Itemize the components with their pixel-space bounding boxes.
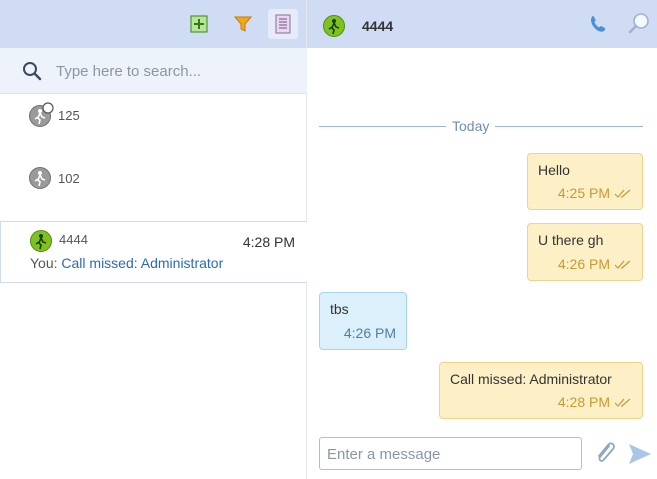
status-offline-icon (29, 102, 54, 127)
search-input[interactable] (56, 58, 296, 84)
contact-name: 4444 (59, 232, 88, 247)
filter-button[interactable] (228, 9, 258, 39)
contact-item[interactable]: 125 (0, 100, 307, 140)
status-offline-icon (29, 167, 51, 189)
read-checkmarks-icon (614, 398, 631, 408)
add-chat-button[interactable] (184, 9, 214, 39)
chat-panel: 4444 Today Hello 4:25 PM U there gh 4:26… (307, 0, 657, 479)
incoming-message: tbs 4:26 PM (319, 292, 407, 350)
search-icon[interactable] (627, 11, 651, 35)
message-text: Call missed: Administrator (450, 371, 612, 387)
message-time: 4:26 PM (343, 325, 396, 341)
contacts-toolbar (0, 0, 306, 48)
search-icon (23, 62, 42, 81)
date-divider-label: Today (446, 118, 496, 134)
outgoing-message: U there gh 4:26 PM (527, 223, 643, 281)
chat-title: 4444 (362, 18, 394, 34)
message-input[interactable] (327, 444, 577, 464)
contact-name: 102 (58, 171, 80, 186)
outgoing-message: Call missed: Administrator 4:28 PM (439, 362, 643, 419)
preview-text: Call missed: Administrator (61, 255, 224, 271)
chat-header: 4444 (307, 0, 657, 48)
search-bar (0, 48, 307, 94)
message-time: 4:25 PM (558, 185, 632, 201)
message-time: 4:26 PM (558, 256, 632, 272)
outgoing-message: Hello 4:25 PM (527, 153, 643, 210)
phone-icon[interactable] (589, 14, 609, 34)
contact-item[interactable]: 102 (0, 160, 307, 200)
paperclip-icon[interactable] (594, 440, 616, 466)
message-text: tbs (330, 301, 349, 317)
read-checkmarks-icon (614, 260, 631, 270)
message-text: Hello (538, 162, 570, 178)
message-text: U there gh (538, 232, 604, 248)
contacts-panel: 125 102 4444 4:28 PM You: Call missed: A… (0, 0, 307, 479)
last-message-preview: You: Call missed: Administrator (30, 255, 223, 271)
add-icon (190, 15, 208, 33)
read-checkmarks-icon (614, 189, 631, 199)
contact-name: 125 (58, 108, 80, 123)
send-icon[interactable] (628, 443, 652, 465)
message-time: 4:28 PM (558, 394, 632, 410)
list-icon (275, 14, 291, 34)
status-online-icon (323, 15, 345, 37)
filter-icon (234, 16, 252, 32)
status-online-icon (30, 230, 52, 252)
message-composer (319, 437, 582, 470)
list-view-button[interactable] (268, 9, 298, 39)
preview-sender: You: (30, 255, 62, 271)
search-badge-icon (42, 102, 54, 114)
contact-item-selected[interactable]: 4444 4:28 PM You: Call missed: Administr… (0, 221, 307, 283)
last-message-time: 4:28 PM (242, 234, 295, 250)
